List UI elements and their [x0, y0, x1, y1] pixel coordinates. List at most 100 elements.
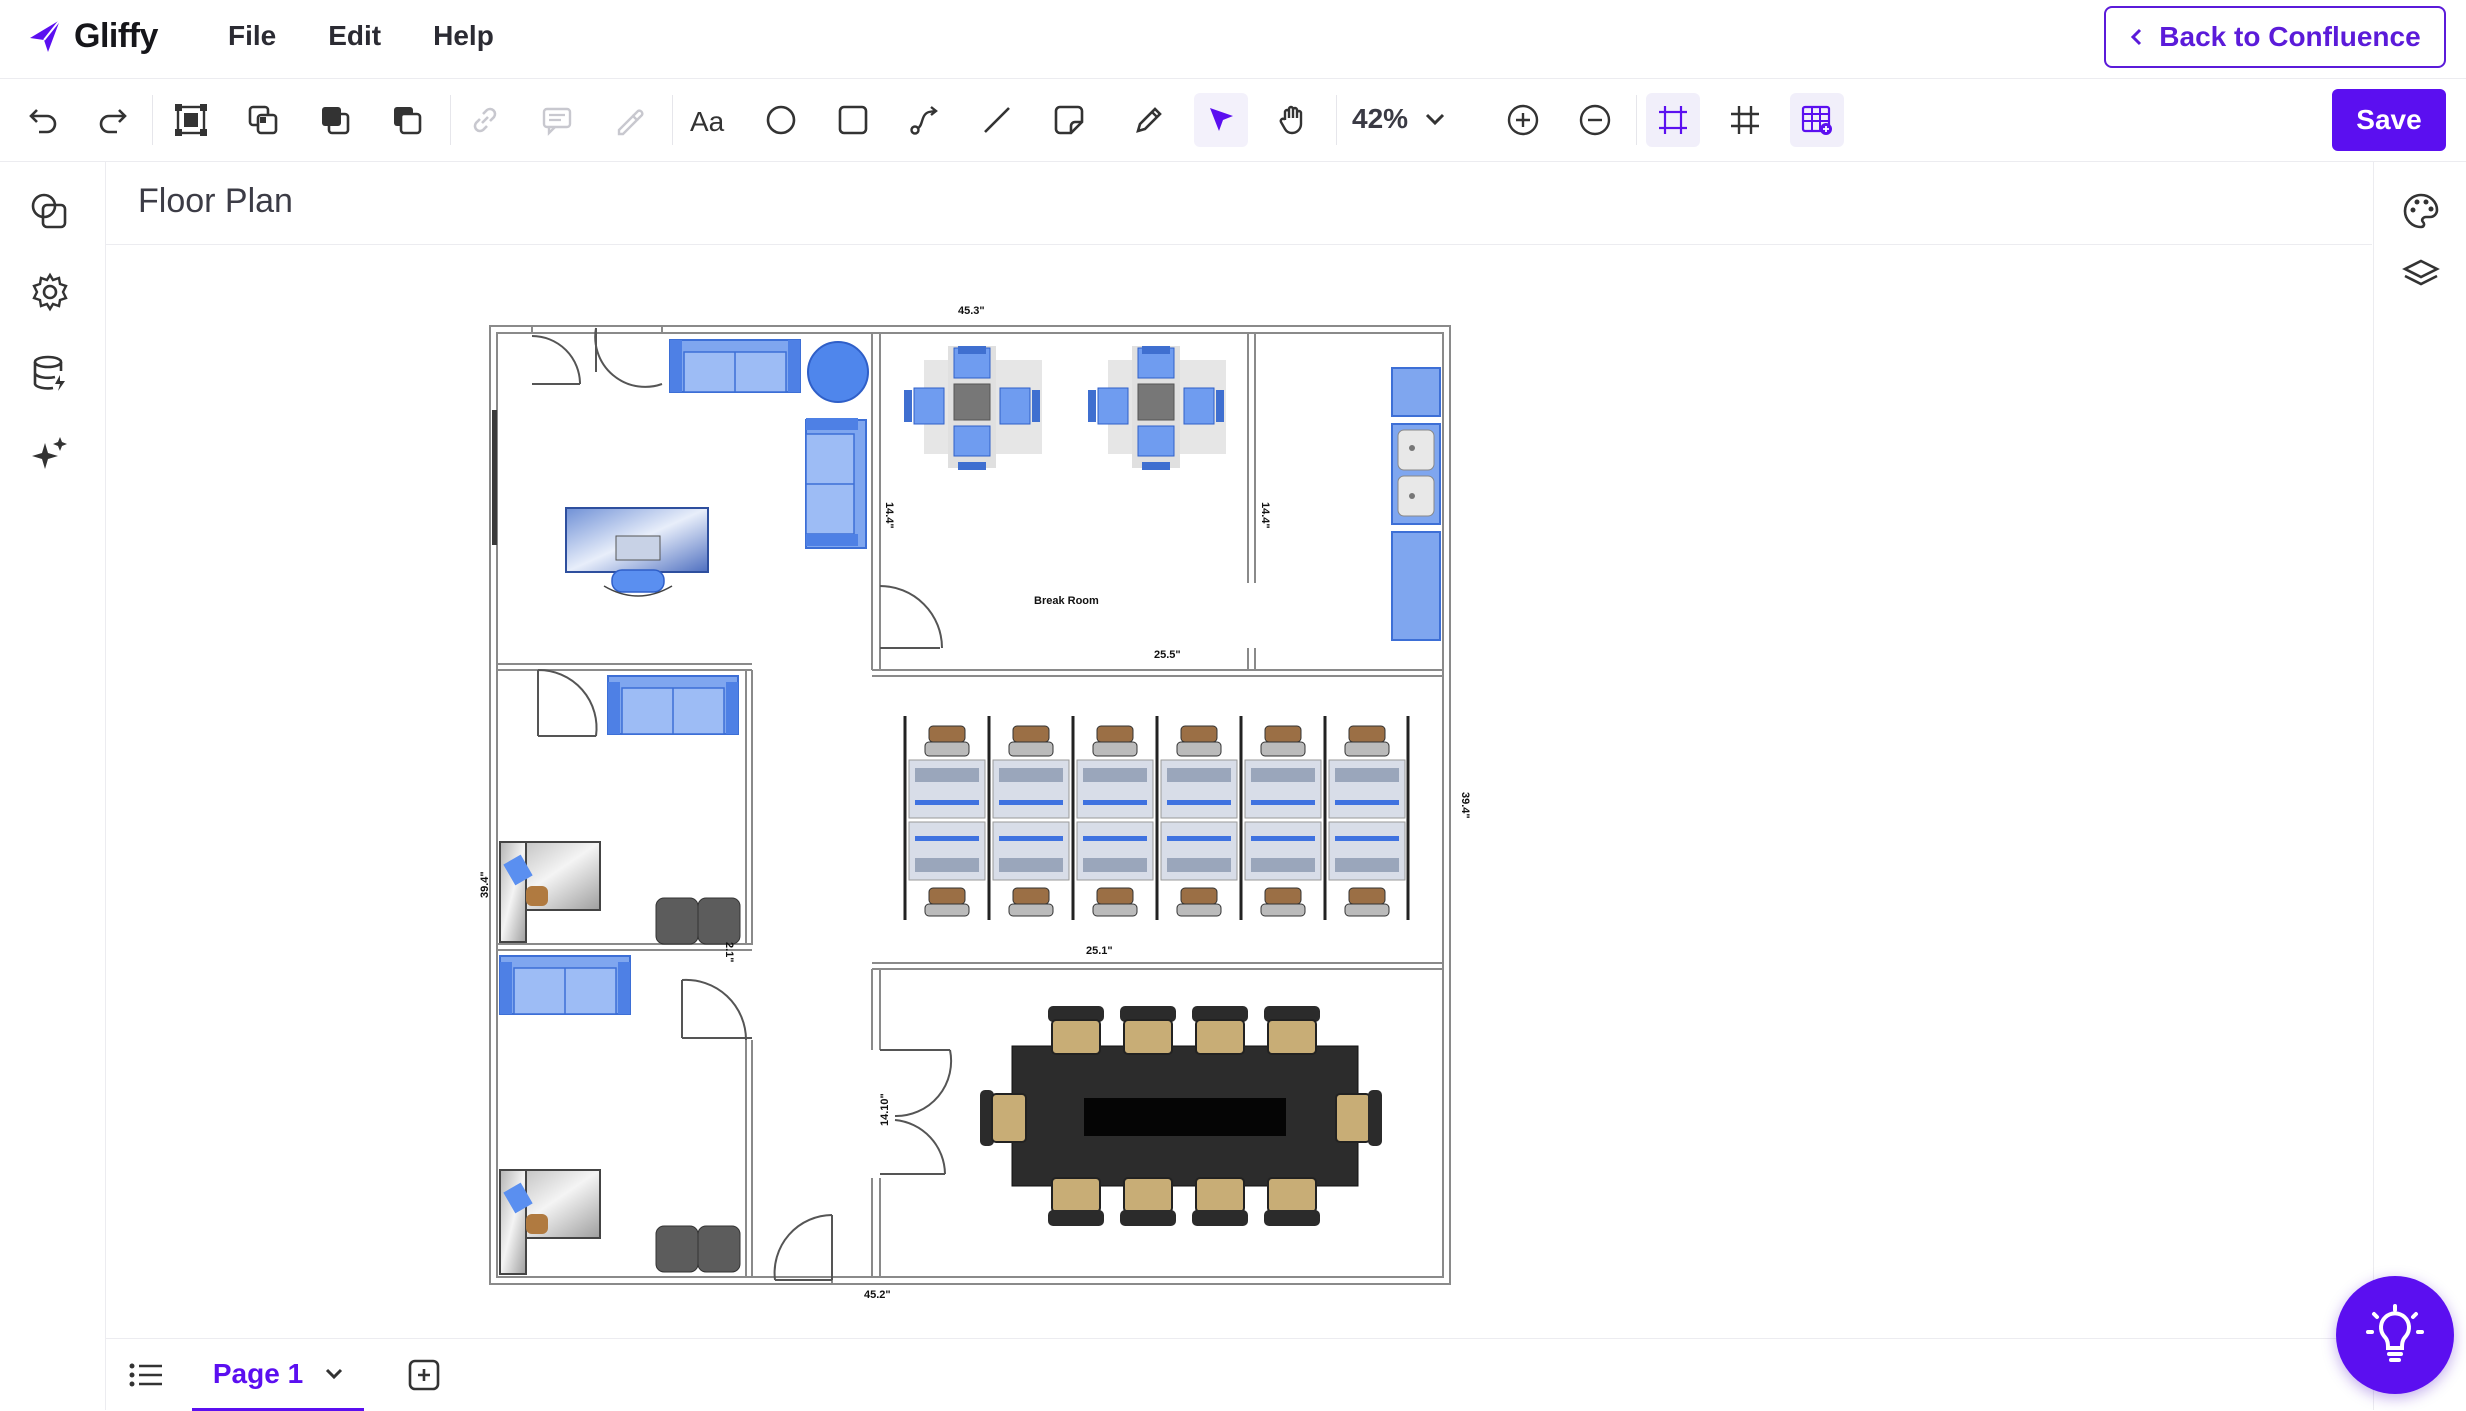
conference-chair: [1120, 1177, 1176, 1226]
toolbar: Aa 42% Save: [0, 79, 2466, 162]
bring-front-icon[interactable]: [308, 93, 362, 147]
link-icon: [458, 93, 512, 147]
dim-right: 39.4": [1459, 792, 1471, 819]
connector-icon[interactable]: [898, 93, 952, 147]
dim-break-bottom: 25.5": [1154, 649, 1181, 661]
page-tab[interactable]: Page 1: [192, 1339, 364, 1411]
menu-help[interactable]: Help: [433, 20, 494, 52]
sticky-note-icon[interactable]: [1042, 93, 1096, 147]
cubicle-desk: [908, 725, 986, 917]
round-table: [807, 341, 869, 403]
text-icon[interactable]: Aa: [682, 93, 736, 147]
dim-conf-left: 14.10": [879, 1093, 891, 1126]
pencil-icon[interactable]: [1122, 93, 1176, 147]
right-rail: [2373, 162, 2466, 1410]
zoom-in-icon[interactable]: [1496, 93, 1550, 147]
break-table: [1088, 346, 1226, 470]
snap-icon[interactable]: [1646, 93, 1700, 147]
page-list-icon[interactable]: [126, 1355, 166, 1395]
couch: [499, 955, 631, 1015]
layers-icon[interactable]: [2396, 250, 2446, 300]
document-title[interactable]: Floor Plan: [138, 182, 293, 221]
chairs: [655, 897, 741, 945]
doors: [531, 327, 953, 1281]
conference-chair: [1048, 1177, 1104, 1226]
settings-icon[interactable]: [24, 266, 76, 318]
dim-top: 45.3": [958, 305, 985, 317]
svg-text:Aa: Aa: [690, 106, 725, 137]
couch: [607, 675, 739, 735]
add-page-icon[interactable]: [404, 1355, 444, 1395]
cubicle-desk: [987, 716, 1070, 920]
top-bar: Gliffy File Edit Help Back to Confluence: [0, 0, 2466, 79]
app-name: Gliffy: [74, 16, 158, 55]
dim-cubes-bottom: 25.1": [1086, 945, 1113, 957]
conference-chair: [980, 1090, 1027, 1146]
redo-icon[interactable]: [86, 93, 140, 147]
chairs: [655, 1225, 741, 1273]
zoom-out-icon[interactable]: [1568, 93, 1622, 147]
reception-desk: [565, 507, 709, 597]
cubicles: [903, 716, 1410, 920]
kitchen-counter: [1391, 367, 1441, 641]
dim-office-right: 2.1": [723, 942, 735, 963]
diagram-canvas[interactable]: 45.3" 25.5" Break Room 25.1" 45.2" 14.4"…: [106, 245, 2372, 1338]
pointer-icon[interactable]: [1194, 93, 1248, 147]
dim-break-left: 14.4": [883, 502, 895, 529]
grid-icon[interactable]: [1718, 93, 1772, 147]
conference-chair: [1120, 1006, 1176, 1055]
cubicle-desk: [1323, 716, 1406, 920]
zoom-value: 42%: [1352, 103, 1409, 134]
group-icon[interactable]: [164, 93, 218, 147]
gliffy-logo[interactable]: Gliffy: [26, 16, 158, 56]
floor-plan[interactable]: 45.3" 25.5" Break Room 25.1" 45.2" 14.4"…: [106, 245, 2372, 1338]
conference-chair: [1335, 1090, 1382, 1146]
cubicle-desk: [1155, 716, 1238, 920]
palette-icon[interactable]: [2396, 186, 2446, 236]
ellipse-icon[interactable]: [754, 93, 808, 147]
conference-table: [980, 1006, 1382, 1226]
lightbulb-icon: [2366, 1304, 2424, 1362]
ai-sparkle-icon[interactable]: [24, 428, 76, 480]
back-to-confluence-button[interactable]: Back to Confluence: [2104, 6, 2446, 68]
dim-break-right: 14.4": [1259, 502, 1271, 529]
bottom-bar: Page 1: [106, 1338, 2372, 1411]
room-label: Break Room: [1034, 595, 1099, 607]
help-lightbulb-button[interactable]: [2336, 1276, 2454, 1394]
dim-left: 39.4": [479, 871, 491, 898]
conference-chair: [1264, 1177, 1320, 1226]
conference-chair: [1192, 1006, 1248, 1055]
chevron-left-icon: [2131, 28, 2142, 46]
couch: [669, 339, 801, 393]
dim-bottom: 45.2": [864, 1289, 891, 1301]
chevron-down-icon: [1425, 113, 1445, 126]
undo-icon[interactable]: [16, 93, 70, 147]
office-desk: [499, 1169, 601, 1275]
shapes-icon[interactable]: [24, 186, 76, 238]
left-rail: [0, 162, 106, 1410]
main-menu: File Edit Help: [228, 20, 494, 52]
send-back-icon[interactable]: [380, 93, 434, 147]
back-button-label: Back to Confluence: [2159, 21, 2421, 52]
page-tab-label: Page 1: [212, 1357, 304, 1389]
break-table: [904, 346, 1042, 470]
data-icon[interactable]: [24, 348, 76, 400]
couch: [805, 418, 867, 549]
table-icon[interactable]: [1790, 93, 1844, 147]
chevron-down-icon[interactable]: [325, 1368, 343, 1380]
zoom-control[interactable]: 42%: [1352, 103, 1446, 135]
menu-file[interactable]: File: [228, 20, 276, 52]
comment-icon: [530, 93, 584, 147]
conference-chair: [1192, 1177, 1248, 1226]
save-button[interactable]: Save: [2332, 89, 2446, 151]
ungroup-icon[interactable]: [236, 93, 290, 147]
gliffy-logo-icon: [30, 19, 61, 52]
rectangle-icon[interactable]: [826, 93, 880, 147]
dropper-icon: [602, 93, 656, 147]
line-icon[interactable]: [970, 93, 1024, 147]
cubicle-desk: [1239, 716, 1322, 920]
conference-chair: [1048, 1006, 1104, 1055]
hand-icon[interactable]: [1266, 93, 1320, 147]
menu-edit[interactable]: Edit: [328, 20, 381, 52]
office-desk: [499, 841, 601, 943]
